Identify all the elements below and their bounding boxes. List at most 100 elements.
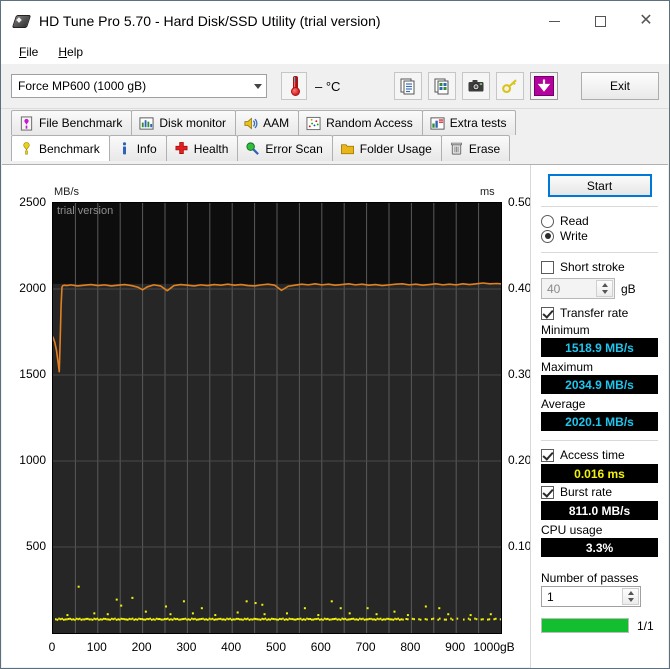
start-button-label: Start bbox=[586, 178, 613, 193]
thermometer-icon bbox=[290, 76, 300, 96]
x-tick: 900 bbox=[445, 640, 466, 654]
tab-disk-monitor[interactable]: Disk monitor bbox=[131, 110, 237, 135]
y-axis-label-right: ms bbox=[480, 186, 495, 198]
radio-write-label: Write bbox=[560, 229, 588, 243]
stepper-up-icon bbox=[627, 590, 634, 595]
maximum-value: 2034.9 MB/s bbox=[565, 377, 634, 392]
tab-health[interactable]: Health bbox=[165, 135, 239, 161]
menu-item-file[interactable]: File bbox=[9, 43, 48, 61]
error-scan-icon bbox=[246, 142, 260, 155]
y-axis-label-left: MB/s bbox=[54, 186, 80, 198]
tab-extra-tests[interactable]: Extra tests bbox=[421, 110, 517, 135]
window-controls: ✕ bbox=[531, 1, 669, 41]
download-icon bbox=[534, 76, 555, 96]
drive-select[interactable]: Force MP600 (1000 gB) bbox=[11, 74, 267, 98]
hd-tune-window: HD Tune Pro 5.70 - Hard Disk/SSD Utility… bbox=[0, 0, 670, 669]
x-tick: 700 bbox=[355, 640, 376, 654]
radio-read[interactable]: Read bbox=[541, 214, 660, 228]
tab-aam[interactable]: AAM bbox=[235, 110, 300, 135]
y-tick-left: 1500 bbox=[19, 367, 46, 381]
tab-error-scan[interactable]: Error Scan bbox=[237, 135, 333, 161]
x-tick: 0 bbox=[48, 640, 56, 654]
checkbox-burst-rate[interactable]: Burst rate bbox=[541, 485, 660, 499]
menu-item-help[interactable]: Help bbox=[48, 43, 93, 61]
burst-rate-label: Burst rate bbox=[560, 485, 613, 499]
x-tick: 300 bbox=[176, 640, 197, 654]
tab-info[interactable]: Info bbox=[108, 135, 167, 161]
folder-usage-icon bbox=[340, 144, 354, 155]
copy-text-button[interactable] bbox=[394, 72, 423, 100]
tab-random-access[interactable]: Random Access bbox=[298, 110, 423, 135]
tab-folder-usage[interactable]: Folder Usage bbox=[331, 135, 442, 161]
access-time-checkbox-icon bbox=[541, 448, 554, 462]
radio-write[interactable]: Write bbox=[541, 229, 660, 243]
info-icon bbox=[122, 142, 126, 155]
short-stroke-row: 40 gB bbox=[541, 278, 660, 299]
exit-button[interactable]: Exit bbox=[581, 72, 659, 100]
tab-file-benchmark[interactable]: File Benchmark bbox=[11, 110, 133, 135]
download-button[interactable] bbox=[530, 72, 559, 100]
drive-select-value: Force MP600 (1000 gB) bbox=[18, 79, 147, 93]
short-stroke-unit: gB bbox=[621, 281, 636, 296]
y-tick-right: 0.50 bbox=[508, 195, 532, 209]
x-tick: 600 bbox=[310, 640, 331, 654]
divider bbox=[541, 206, 658, 207]
title-bar: HD Tune Pro 5.70 - Hard Disk/SSD Utility… bbox=[1, 1, 669, 41]
temperature-value: – °C bbox=[315, 78, 341, 94]
trial-watermark: trial version bbox=[57, 205, 114, 217]
short-stroke-value: 40 bbox=[547, 281, 561, 296]
close-button[interactable]: ✕ bbox=[623, 1, 669, 41]
tab-benchmark[interactable]: Benchmark bbox=[11, 135, 110, 161]
x-tick: 800 bbox=[400, 640, 421, 654]
tab-label: File Benchmark bbox=[39, 116, 123, 130]
cpu-usage-value: 3.3% bbox=[585, 540, 614, 555]
maximize-button[interactable] bbox=[577, 1, 623, 41]
minimize-button[interactable] bbox=[531, 1, 577, 41]
tab-strip: File Benchmark Disk monitor AAM Random A… bbox=[1, 109, 669, 165]
x-tick: 1000gB bbox=[473, 640, 515, 654]
stepper-arrows[interactable] bbox=[596, 280, 613, 297]
tab-label: Error Scan bbox=[265, 141, 323, 156]
progress-bar bbox=[541, 618, 629, 633]
tab-row-bottom: Benchmark Info Health Error Scan Folder … bbox=[11, 135, 669, 161]
x-tick: 100 bbox=[86, 640, 107, 654]
copy-image-button[interactable] bbox=[428, 72, 457, 100]
divider bbox=[541, 440, 658, 441]
checkbox-access-time[interactable]: Access time bbox=[541, 448, 660, 462]
stepper-arrows[interactable] bbox=[622, 588, 639, 605]
transfer-rate-checkbox-icon bbox=[541, 306, 554, 320]
tab-erase[interactable]: Erase bbox=[440, 135, 511, 161]
tab-label: Disk monitor bbox=[159, 116, 227, 130]
cpu-usage-label: CPU usage bbox=[541, 523, 603, 537]
checkbox-short-stroke[interactable]: Short stroke bbox=[541, 260, 660, 274]
health-icon bbox=[175, 142, 188, 154]
extra-tests-icon bbox=[430, 116, 445, 130]
toolbar: Force MP600 (1000 gB) – °C Exit bbox=[1, 64, 669, 109]
minimum-value-box: 1518.9 MB/s bbox=[541, 338, 658, 357]
tab-label: Random Access bbox=[326, 116, 413, 130]
progress-row: 1/1 bbox=[541, 618, 660, 633]
toolbar-icon-group bbox=[394, 72, 559, 100]
x-tick: 500 bbox=[265, 640, 287, 654]
tab-label: Info bbox=[136, 141, 157, 156]
short-stroke-stepper[interactable]: 40 bbox=[541, 278, 615, 299]
tab-label: AAM bbox=[263, 116, 290, 130]
checkbox-transfer-rate[interactable]: Transfer rate bbox=[541, 306, 660, 320]
start-button[interactable]: Start bbox=[547, 174, 652, 197]
radio-read-label: Read bbox=[560, 214, 589, 228]
disk-monitor-icon bbox=[139, 116, 154, 130]
access-time-label: Access time bbox=[560, 448, 625, 462]
passes-stepper[interactable]: 1 bbox=[541, 586, 641, 607]
screenshot-button[interactable] bbox=[462, 72, 491, 100]
average-label: Average bbox=[541, 397, 586, 411]
benchmark-pane: MB/s ms 500 1000 1500 2000 2500 0.10 0.20 0.30… bbox=[2, 164, 668, 668]
tab-label: Folder Usage bbox=[359, 141, 432, 156]
minimize-icon bbox=[548, 20, 560, 22]
license-key-button[interactable] bbox=[496, 72, 525, 100]
pass-counter: 1/1 bbox=[637, 618, 654, 633]
camera-icon bbox=[468, 80, 484, 92]
maximize-icon bbox=[594, 15, 606, 27]
burst-rate-value-box: 811.0 MB/s bbox=[541, 501, 658, 520]
menu-bar: File Help bbox=[1, 41, 669, 64]
erase-icon bbox=[450, 142, 462, 155]
